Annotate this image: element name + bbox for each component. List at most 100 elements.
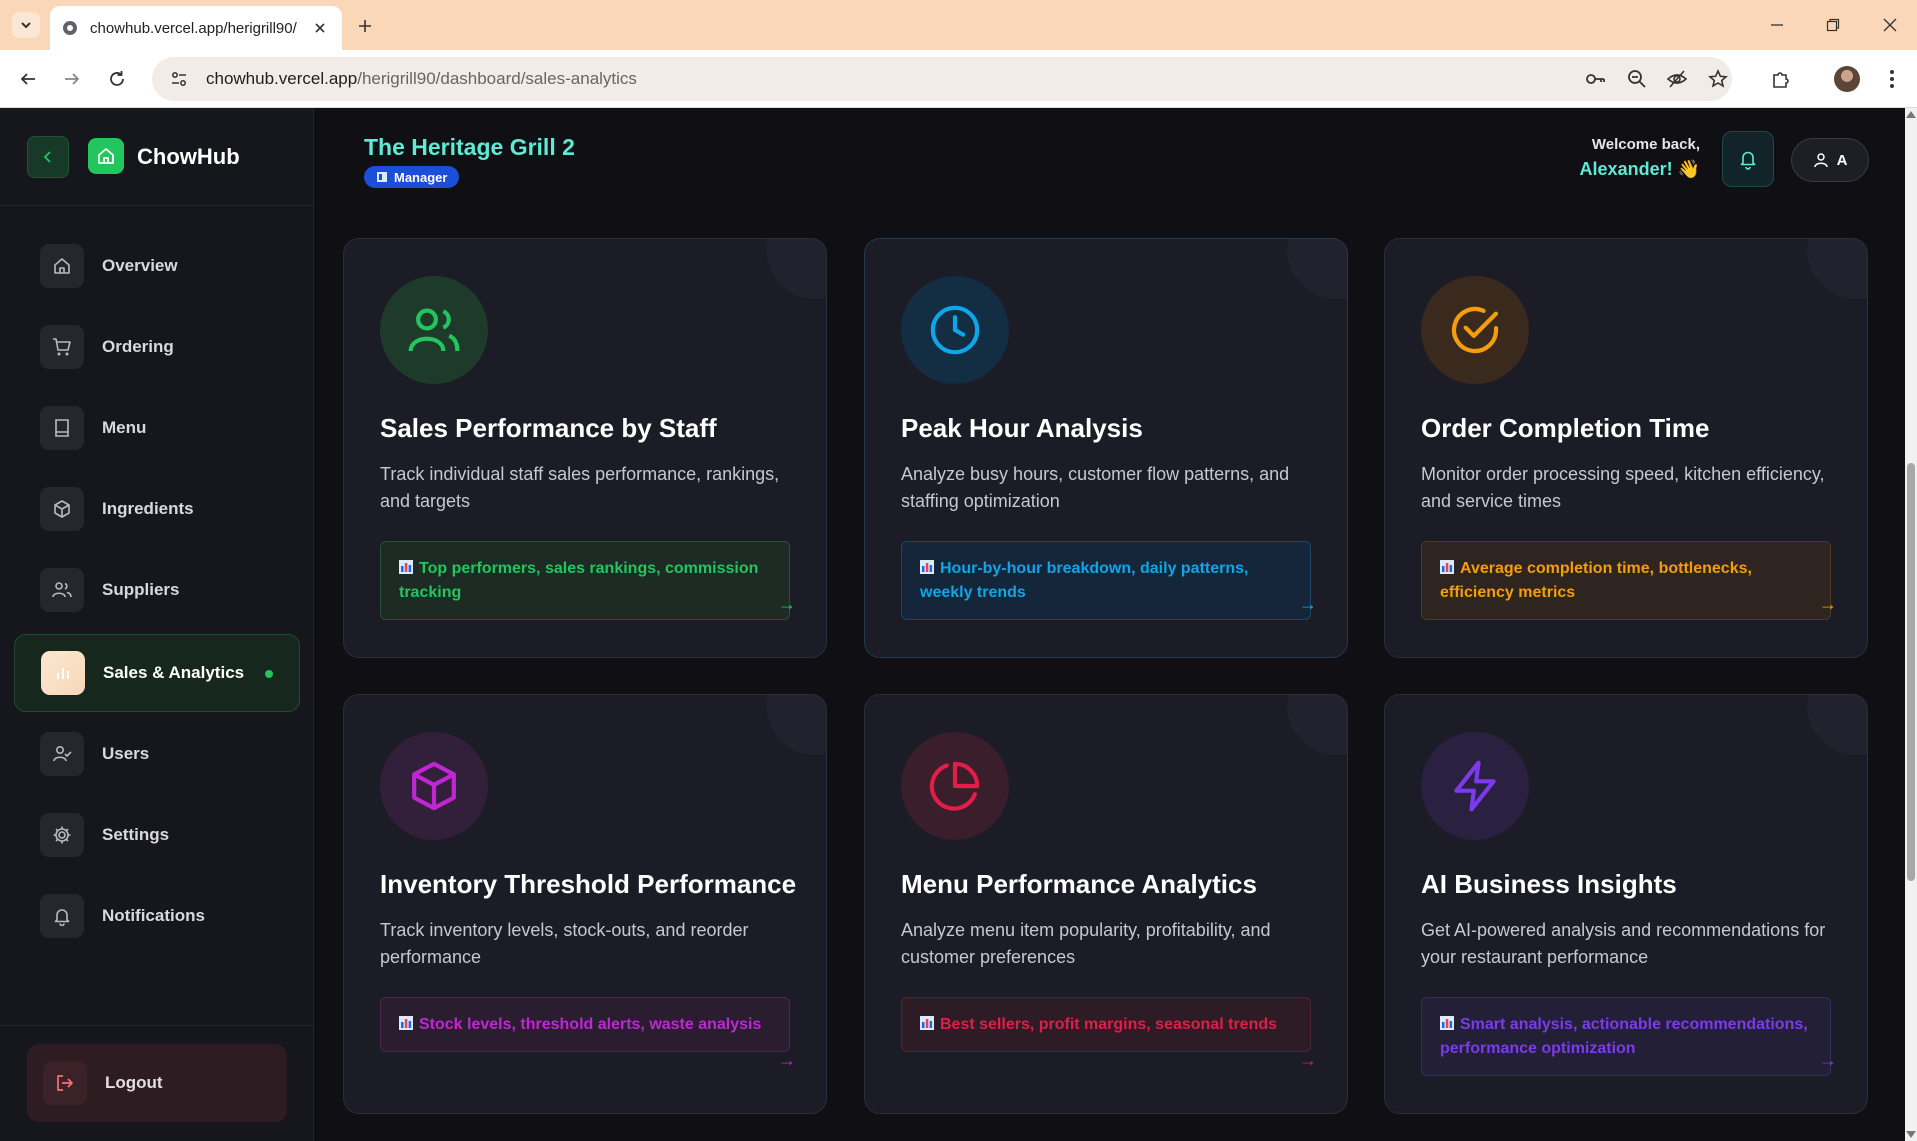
- check-circle-icon: [1421, 276, 1529, 384]
- password-key-icon[interactable]: [1584, 68, 1606, 90]
- welcome-message: Welcome back, Alexander! 👋: [1580, 136, 1700, 180]
- home-icon: [40, 244, 84, 288]
- bar-chart-icon: [1440, 558, 1454, 574]
- scrollbar-thumb[interactable]: [1907, 463, 1915, 881]
- sidebar-item-users[interactable]: Users: [14, 715, 300, 793]
- card-feature-tag: Top performers, sales rankings, commissi…: [380, 541, 790, 620]
- address-bar[interactable]: chowhub.vercel.app/herigrill90/dashboard…: [152, 57, 1732, 101]
- card-tag-text: Best sellers, profit margins, seasonal t…: [940, 1016, 1278, 1033]
- card-corner-decoration: [1287, 239, 1347, 299]
- close-window-button[interactable]: [1877, 12, 1903, 38]
- sidebar-item-label: Ingredients: [102, 499, 194, 518]
- bar-chart-icon: [41, 651, 85, 695]
- new-tab-button[interactable]: [352, 13, 378, 39]
- arrow-right-icon: →: [1819, 594, 1837, 614]
- close-tab-icon[interactable]: [310, 18, 330, 38]
- restore-button[interactable]: [1820, 12, 1846, 38]
- sidebar-item-overview[interactable]: Overview: [14, 227, 300, 305]
- card-title: Menu Performance Analytics: [901, 869, 1257, 899]
- restore-icon: [1826, 18, 1840, 32]
- card-sales-performance-by-staff[interactable]: Sales Performance by Staff Track individ…: [343, 238, 827, 658]
- clock-icon: [901, 276, 1009, 384]
- arrow-right-icon: →: [1299, 1050, 1317, 1070]
- chevron-left-icon: [43, 151, 51, 163]
- bell-icon: [1740, 151, 1756, 170]
- card-description: Track individual staff sales performance…: [380, 464, 780, 511]
- card-feature-tag: Stock levels, threshold alerts, waste an…: [380, 997, 790, 1052]
- collapse-sidebar-button[interactable]: [27, 136, 69, 178]
- user-initial: A: [1836, 151, 1848, 169]
- card-title: AI Business Insights: [1421, 869, 1677, 899]
- sidebar-item-label: Notifications: [102, 906, 205, 925]
- scroll-down-arrow[interactable]: [1906, 1131, 1916, 1138]
- minimize-button[interactable]: [1764, 12, 1790, 38]
- sidebar-item-label: Settings: [102, 825, 170, 844]
- bar-chart-icon: [399, 558, 413, 574]
- page-scrollbar[interactable]: [1905, 108, 1917, 1141]
- profile-button[interactable]: [1833, 65, 1861, 93]
- browser-tab-active[interactable]: chowhub.vercel.app/herigrill90/: [50, 6, 342, 50]
- back-button[interactable]: [14, 65, 42, 93]
- notifications-button[interactable]: [1722, 131, 1774, 187]
- card-order-completion-time[interactable]: Order Completion Time Monitor order proc…: [1384, 238, 1868, 658]
- card-inventory-threshold-performance[interactable]: Inventory Threshold Performance Track in…: [343, 694, 827, 1114]
- bar-chart-icon: [920, 558, 934, 574]
- close-icon: [1883, 18, 1897, 32]
- sidebar-item-menu[interactable]: Menu: [14, 389, 300, 467]
- arrow-right-icon: →: [1299, 594, 1317, 614]
- forward-button[interactable]: [58, 65, 86, 93]
- users-icon: [40, 568, 84, 612]
- scroll-up-arrow[interactable]: [1906, 111, 1916, 118]
- active-indicator-dot: [265, 670, 273, 678]
- tracking-protection-icon[interactable]: [1666, 68, 1688, 90]
- sidebar-item-notifications[interactable]: Notifications: [14, 877, 300, 955]
- bell-icon: [40, 894, 84, 938]
- reload-button[interactable]: [103, 65, 131, 93]
- brand-name: ChowHub: [137, 144, 240, 169]
- sidebar-item-ordering[interactable]: Ordering: [14, 308, 300, 386]
- arrow-right-icon: [65, 73, 80, 85]
- pie-chart-icon: [901, 732, 1009, 840]
- logout-label: Logout: [105, 1073, 163, 1092]
- puzzle-icon: [1773, 72, 1789, 88]
- box-icon: [40, 487, 84, 531]
- extensions-button[interactable]: [1767, 65, 1795, 93]
- card-corner-decoration: [1287, 695, 1347, 755]
- tab-search-button[interactable]: [12, 12, 40, 38]
- sidebar: ChowHub Overview Ordering Menu Ingredien…: [0, 108, 314, 1141]
- card-peak-hour-analysis[interactable]: Peak Hour Analysis Analyze busy hours, c…: [864, 238, 1348, 658]
- sidebar-item-sales-analytics[interactable]: Sales & Analytics: [14, 634, 300, 712]
- card-ai-business-insights[interactable]: AI Business Insights Get AI-powered anal…: [1384, 694, 1868, 1114]
- tab-title: chowhub.vercel.app/herigrill90/: [90, 19, 297, 37]
- bar-chart-icon: [1440, 1014, 1454, 1030]
- logout-button[interactable]: Logout: [27, 1044, 287, 1122]
- card-description: Analyze menu item popularity, profitabil…: [901, 920, 1271, 967]
- zoom-icon[interactable]: [1626, 68, 1648, 90]
- role-label: Manager: [394, 169, 448, 185]
- bar-chart-icon: [399, 1014, 413, 1030]
- card-feature-tag: Best sellers, profit margins, seasonal t…: [901, 997, 1311, 1052]
- profile-avatar: [1834, 66, 1860, 92]
- site-info-icon[interactable]: [168, 68, 190, 90]
- browser-menu-button[interactable]: [1878, 65, 1906, 93]
- card-description: Analyze busy hours, customer flow patter…: [901, 464, 1290, 511]
- sidebar-brand: ChowHub: [0, 108, 314, 206]
- sidebar-item-settings[interactable]: Settings: [14, 796, 300, 874]
- card-corner-decoration: [1807, 695, 1867, 755]
- card-title: Peak Hour Analysis: [901, 413, 1143, 443]
- cube-icon: [380, 732, 488, 840]
- gear-icon: [40, 813, 84, 857]
- plus-icon: [359, 20, 371, 32]
- card-menu-performance-analytics[interactable]: Menu Performance Analytics Analyze menu …: [864, 694, 1348, 1114]
- sidebar-item-ingredients[interactable]: Ingredients: [14, 470, 300, 548]
- sidebar-item-suppliers[interactable]: Suppliers: [14, 551, 300, 629]
- cart-icon: [40, 325, 84, 369]
- minimize-icon: [1771, 24, 1783, 26]
- arrow-left-icon: [20, 73, 35, 85]
- bookmark-star-icon[interactable]: [1707, 68, 1729, 90]
- user-menu-button[interactable]: A: [1791, 138, 1869, 182]
- browser-toolbar: chowhub.vercel.app/herigrill90/dashboard…: [0, 50, 1917, 108]
- app-root: ChowHub Overview Ordering Menu Ingredien…: [0, 108, 1905, 1141]
- card-corner-decoration: [766, 239, 826, 299]
- card-corner-decoration: [766, 695, 826, 755]
